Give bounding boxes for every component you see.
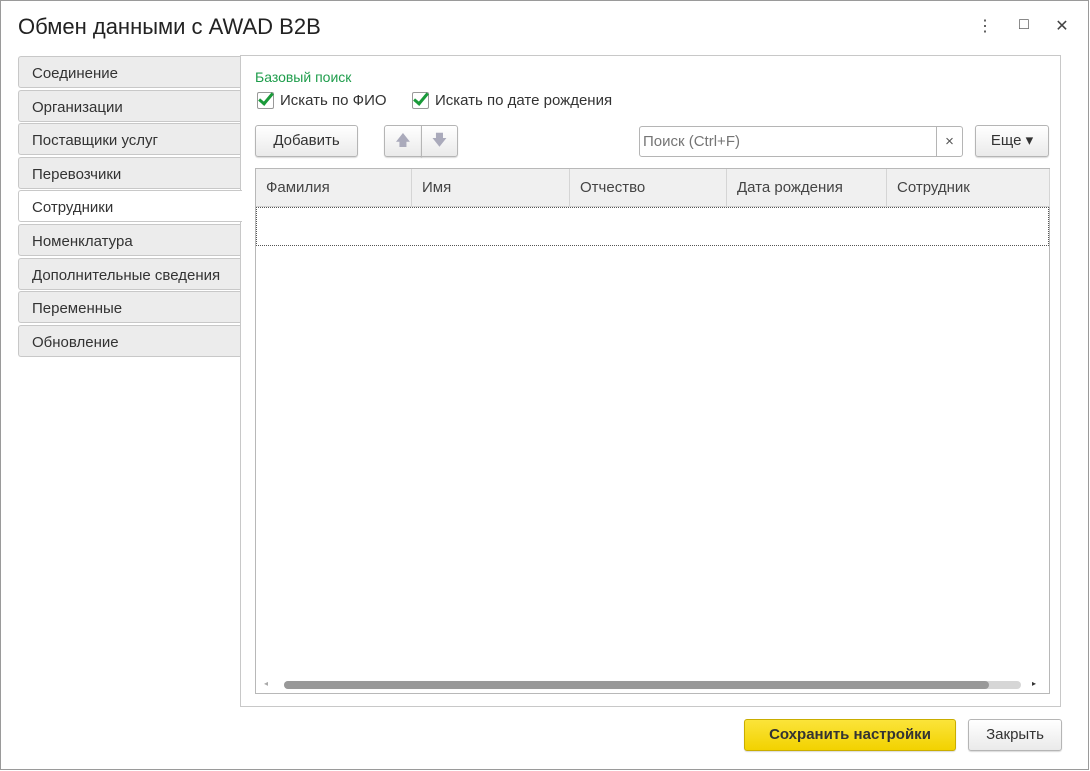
checkbox-checked-icon [257, 92, 274, 109]
tab-5[interactable]: Номенклатура [18, 224, 240, 256]
tab-3[interactable]: Перевозчики [18, 156, 240, 189]
column-header[interactable]: Фамилия [256, 169, 412, 207]
search-input[interactable] [639, 126, 937, 157]
move-down-button[interactable]: 🡇 [421, 125, 458, 157]
scroll-right-icon[interactable]: ▸ [1032, 679, 1036, 688]
search-group-title: Базовый поиск [255, 69, 352, 85]
tab-7[interactable]: Переменные [18, 291, 240, 324]
tab-2[interactable]: Поставщики услуг [18, 123, 240, 156]
empty-table-row[interactable] [256, 207, 1049, 246]
close-icon[interactable]: ✕ [1052, 16, 1072, 36]
move-up-button[interactable]: 🡅 [384, 125, 422, 157]
column-header[interactable]: Сотрудник [887, 169, 1050, 207]
clear-search-button[interactable]: × [936, 126, 963, 157]
tab-6[interactable]: Дополнительные сведения [18, 257, 240, 290]
column-header[interactable]: Дата рождения [727, 169, 887, 207]
window-title: Обмен данными с AWAD B2B [18, 14, 321, 39]
tab-8[interactable]: Обновление [18, 324, 240, 357]
tab-0[interactable]: Соединение [18, 56, 240, 88]
employees-table[interactable]: Фамилия Имя Отчество Дата рождения Сотрудник… [255, 168, 1050, 694]
scroll-left-icon[interactable]: ◂ [264, 679, 268, 688]
column-header[interactable]: Имя [412, 169, 570, 207]
more-button[interactable]: Еще ▾ [975, 125, 1049, 157]
maximize-icon[interactable]: □ [1014, 16, 1034, 34]
tab-4[interactable]: Сотрудники [18, 190, 242, 223]
save-settings-button[interactable]: Сохранить настройки [744, 719, 956, 751]
search-by-birthdate-checkbox[interactable]: Искать по дате рождения [412, 92, 612, 109]
more-menu-icon[interactable]: ⋮ [975, 16, 995, 36]
close-button[interactable]: Закрыть [968, 719, 1062, 751]
search-by-name-checkbox[interactable]: Искать по ФИО [257, 92, 387, 109]
add-button[interactable]: Добавить [255, 125, 358, 157]
column-header[interactable]: Отчество [570, 169, 727, 207]
tab-1[interactable]: Организации [18, 89, 240, 122]
checkbox-label: Искать по дате рождения [435, 92, 613, 109]
checkbox-checked-icon [412, 92, 429, 109]
horizontal-scrollbar-thumb[interactable] [284, 681, 989, 689]
checkbox-label: Искать по ФИО [280, 92, 387, 109]
